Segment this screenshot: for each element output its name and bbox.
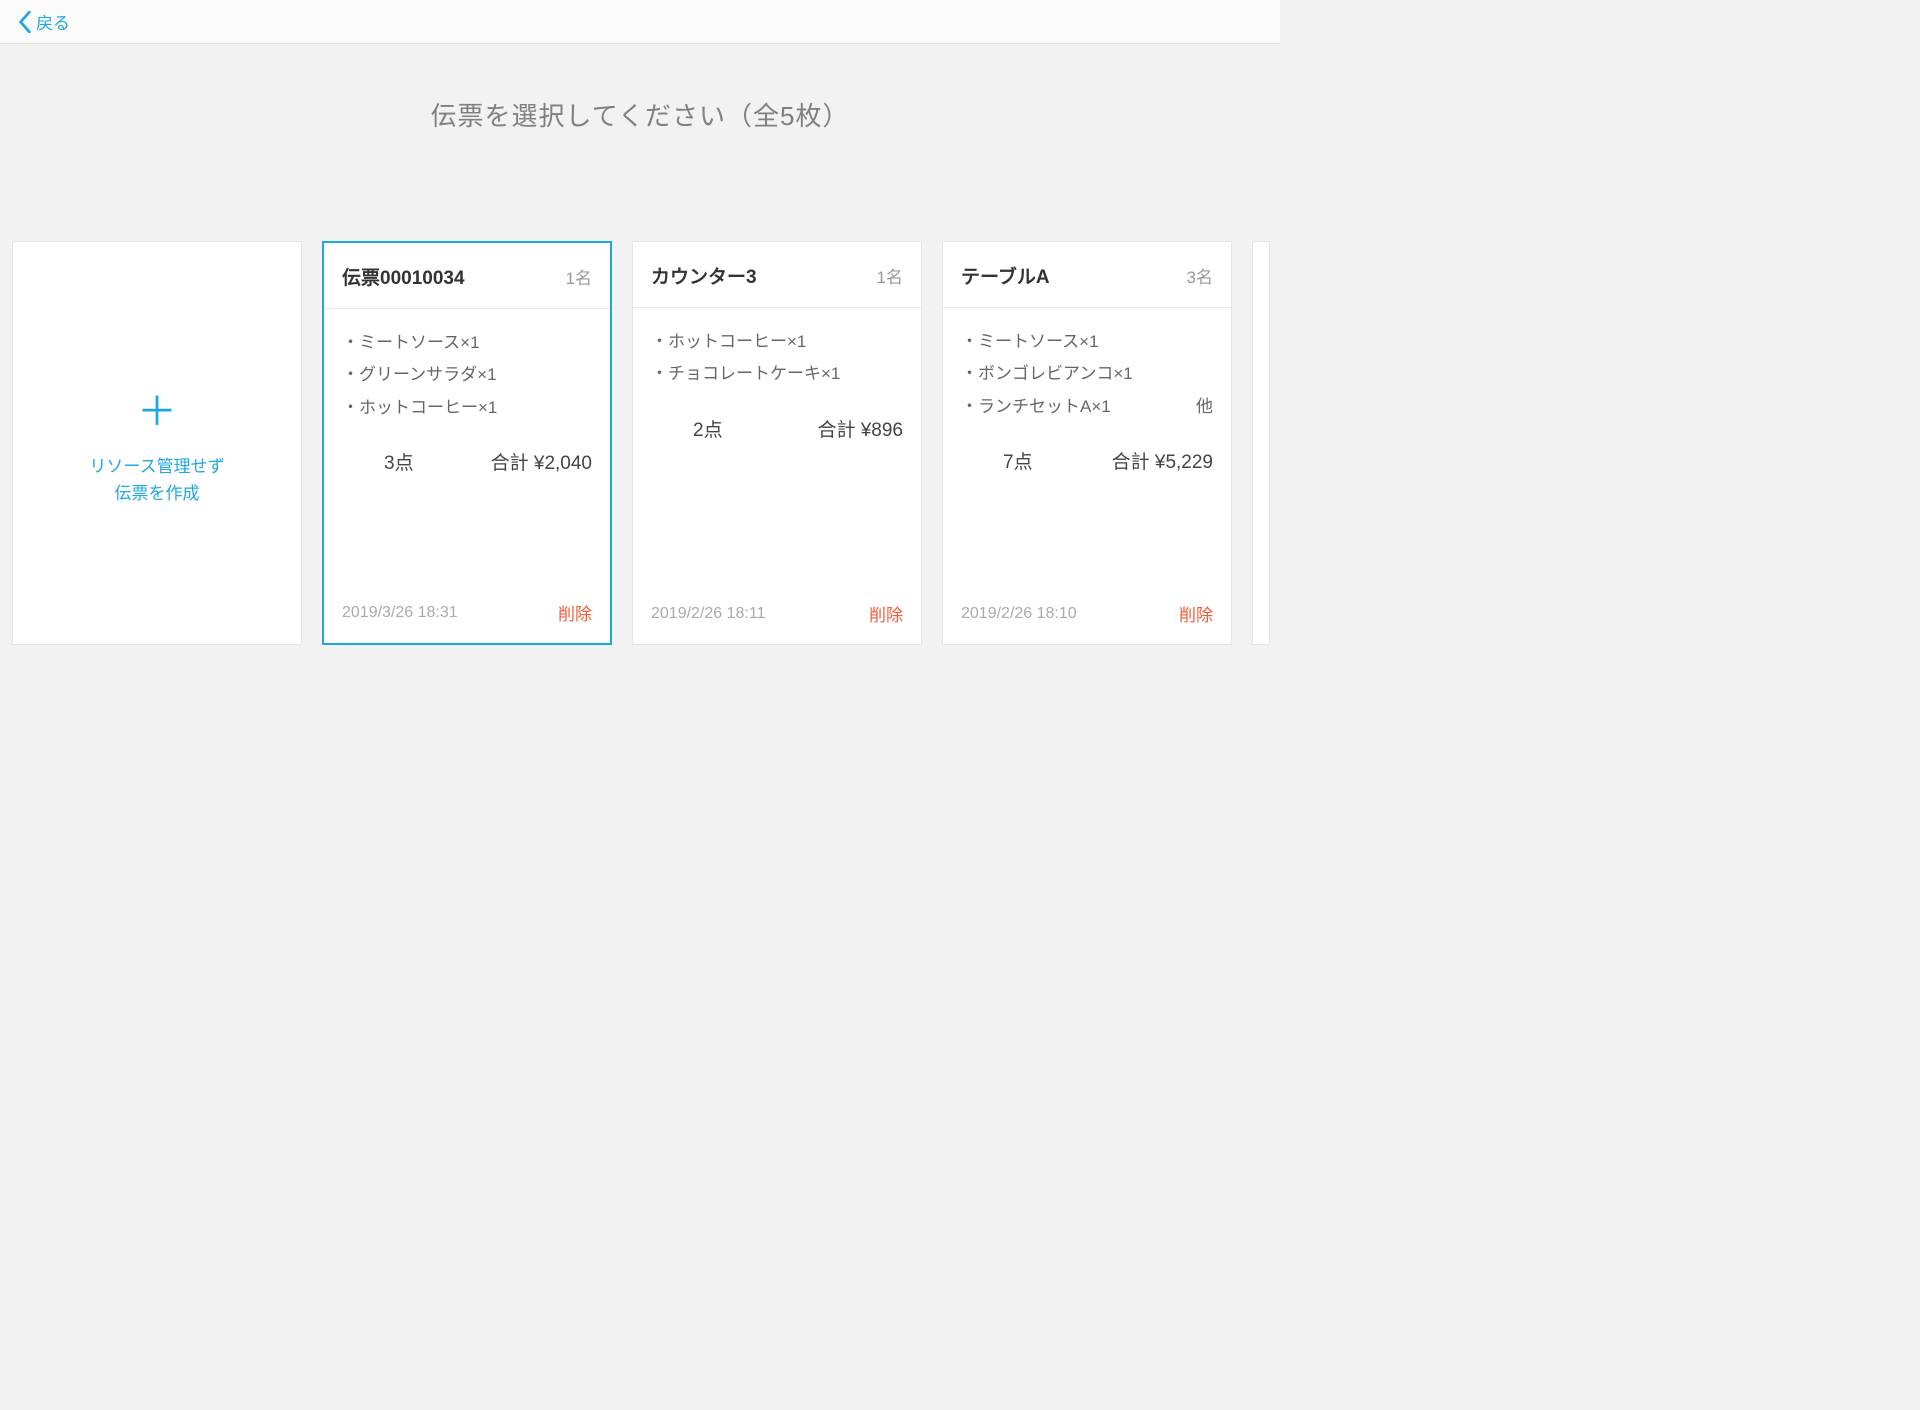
slip-people-count: 1名	[566, 264, 592, 289]
slip-items-list: ・ミートソース×1 ・グリーンサラダ×1 ・ホットコーヒー×1	[342, 327, 592, 424]
slip-timestamp: 2019/3/26 18:31	[342, 604, 458, 622]
slip-card[interactable]: カウンター3 1名 ・ホットコーヒー×1 ・チョコレートケーキ×1 2点 合計 …	[632, 241, 922, 645]
slip-item: ・ミートソース×1	[342, 327, 592, 359]
slip-timestamp: 2019/2/26 18:10	[961, 605, 1077, 623]
delete-button[interactable]: 削除	[558, 600, 592, 625]
slip-points: 3点	[384, 448, 414, 475]
slip-item: ・ミートソース×1	[961, 326, 1213, 358]
slip-total-amount: 合計 ¥2,040	[491, 448, 592, 475]
slip-item: ・ホットコーヒー×1	[651, 326, 903, 358]
delete-button[interactable]: 削除	[1179, 601, 1213, 626]
slip-item: ・グリーンサラダ×1	[342, 359, 592, 391]
slip-item-extra: 他	[1180, 391, 1213, 423]
page-title: 伝票を選択してください（全5枚）	[0, 96, 1280, 133]
slip-card[interactable]: テーブルA 3名 ・ミートソース×1 ・ボンゴレビアンコ×1 ・ランチセットA×…	[942, 241, 1232, 645]
create-slip-label: リソース管理せず 伝票を作成	[89, 453, 224, 507]
slip-card-header: 伝票00010034 1名	[324, 243, 610, 309]
slip-card[interactable]: 伝票00010034 1名 ・ミートソース×1 ・グリーンサラダ×1 ・ホットコ…	[322, 241, 612, 645]
slip-card-footer: 2019/2/26 18:10 削除	[943, 601, 1231, 644]
create-slip-card[interactable]: ＋ リソース管理せず 伝票を作成	[12, 241, 302, 645]
plus-icon: ＋	[137, 379, 177, 437]
slip-people-count: 3名	[1187, 263, 1213, 288]
slip-card-peek[interactable]	[1252, 241, 1270, 645]
slip-card-header: テーブルA 3名	[943, 242, 1231, 308]
slip-items-list: ・ホットコーヒー×1 ・チョコレートケーキ×1	[651, 326, 903, 391]
slip-total-amount: 合計 ¥896	[817, 415, 903, 442]
slip-title: 伝票00010034	[342, 263, 465, 290]
slip-card-body: ・ミートソース×1 ・グリーンサラダ×1 ・ホットコーヒー×1 3点 合計 ¥2…	[324, 309, 610, 600]
slip-people-count: 1名	[877, 263, 903, 288]
slip-item: ・ホットコーヒー×1	[342, 392, 592, 424]
slip-item: ・ボンゴレビアンコ×1	[961, 358, 1213, 390]
chevron-left-icon	[18, 11, 32, 33]
slip-title: テーブルA	[961, 262, 1050, 289]
back-label: 戻る	[36, 9, 70, 34]
slip-card-body: ・ホットコーヒー×1 ・チョコレートケーキ×1 2点 合計 ¥896	[633, 308, 921, 601]
delete-button[interactable]: 削除	[869, 601, 903, 626]
slip-points: 7点	[1003, 447, 1033, 474]
slip-timestamp: 2019/2/26 18:11	[651, 605, 765, 623]
header-bar: 戻る	[0, 0, 1280, 44]
slip-total-amount: 合計 ¥5,229	[1112, 447, 1213, 474]
slip-card-footer: 2019/3/26 18:31 削除	[324, 600, 610, 643]
slip-totals: 7点 合計 ¥5,229	[961, 447, 1213, 474]
slip-points: 2点	[693, 415, 723, 442]
slip-title: カウンター3	[651, 262, 757, 289]
slip-item: ・チョコレートケーキ×1	[651, 358, 903, 390]
slip-totals: 3点 合計 ¥2,040	[342, 448, 592, 475]
slip-item: ・ランチセットA×1他	[961, 391, 1213, 423]
slip-card-footer: 2019/2/26 18:11 削除	[633, 601, 921, 644]
slip-card-header: カウンター3 1名	[633, 242, 921, 308]
slip-card-body: ・ミートソース×1 ・ボンゴレビアンコ×1 ・ランチセットA×1他 7点 合計 …	[943, 308, 1231, 601]
back-button[interactable]: 戻る	[18, 9, 70, 34]
slip-items-list: ・ミートソース×1 ・ボンゴレビアンコ×1 ・ランチセットA×1他	[961, 326, 1213, 423]
slip-totals: 2点 合計 ¥896	[651, 415, 903, 442]
cards-row: ＋ リソース管理せず 伝票を作成 伝票00010034 1名 ・ミートソース×1…	[0, 241, 1280, 645]
